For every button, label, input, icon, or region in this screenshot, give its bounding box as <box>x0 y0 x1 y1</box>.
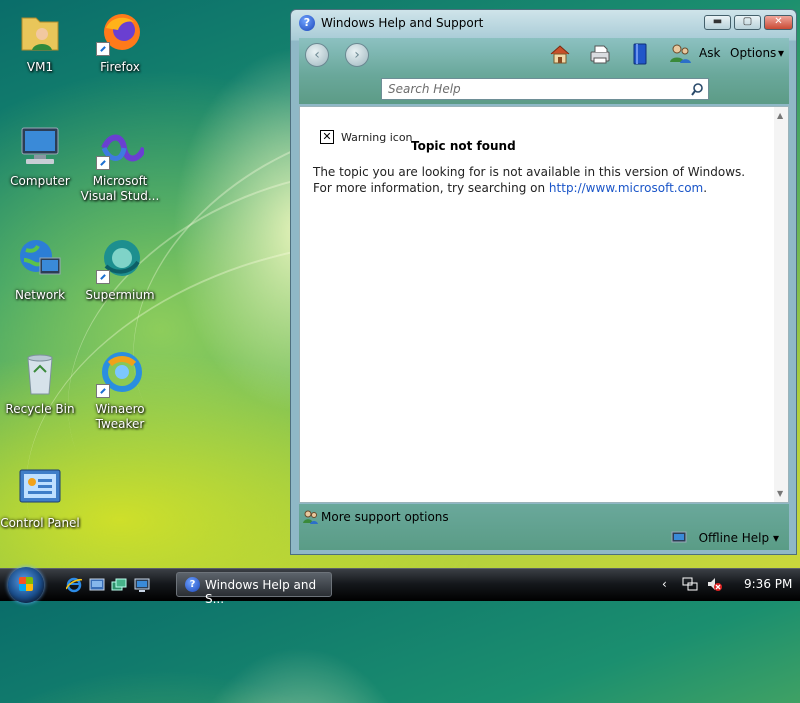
taskbar: ? Windows Help and S... ‹ 9:36 PM <box>0 567 800 606</box>
topic-body-end: . <box>703 181 708 195</box>
volume-muted-icon[interactable] <box>706 576 722 595</box>
desktop-icon-label: Microsoft Visual Stud... <box>80 174 160 203</box>
desktop-icon-label: VM1 <box>26 60 54 74</box>
desktop-icon-recycle-bin[interactable]: Recycle Bin <box>0 350 80 417</box>
user-folder-icon <box>16 8 64 56</box>
home-icon[interactable] <box>548 42 572 66</box>
search-help-field[interactable]: Search Help <box>381 78 709 100</box>
shortcut-arrow-icon <box>96 270 110 284</box>
help-footer: More support options Offline Help ▾ <box>299 504 789 550</box>
options-chevron-down-icon[interactable]: ▾ <box>778 46 784 60</box>
desktop-icon-network[interactable]: Network <box>0 236 80 303</box>
firefox-icon <box>96 8 144 56</box>
shortcut-arrow-icon <box>96 156 110 170</box>
desktop-icon-winaero-tweaker[interactable]: Winaero Tweaker <box>80 350 160 432</box>
tray-expand-chevron-icon[interactable]: ‹ <box>662 577 667 591</box>
desktop-icon-control-panel[interactable]: Control Panel <box>0 464 80 531</box>
window-title: Windows Help and Support <box>321 16 484 30</box>
desktop-icon-visual-studio[interactable]: Microsoft Visual Stud... <box>80 122 160 204</box>
ask-people-icon[interactable] <box>668 42 692 66</box>
desktop-icon-label: Recycle Bin <box>5 402 75 416</box>
help-question-icon: ? <box>299 15 315 31</box>
warning-icon-alt-text: Warning icon <box>341 131 413 144</box>
visual-studio-icon <box>96 122 147 170</box>
desktop-icon-computer[interactable]: Computer <box>0 122 80 189</box>
desktop-icon-label: Computer <box>10 174 70 188</box>
help-window: ? Windows Help and Support ▬ ▢ ✕ ‹ › Ask… <box>290 9 797 555</box>
warning-icon: ✕ <box>320 130 334 144</box>
computer-icon <box>16 122 64 170</box>
desktop-icon-firefox[interactable]: Firefox <box>80 8 160 75</box>
desktop-icon-label: Firefox <box>100 60 140 74</box>
control-panel-icon <box>16 464 64 512</box>
desktop-icon-label: Supermium <box>85 288 155 302</box>
switch-windows-icon[interactable] <box>111 577 127 593</box>
search-icon[interactable] <box>690 82 704 96</box>
options-menu[interactable]: Options <box>730 46 776 60</box>
show-desktop-icon[interactable] <box>89 577 105 593</box>
shortcut-arrow-icon <box>96 42 110 56</box>
recycle-bin-icon <box>16 350 64 398</box>
print-icon[interactable] <box>588 42 612 66</box>
help-question-icon: ? <box>185 577 200 592</box>
taskbar-window-help-and-support[interactable]: ? Windows Help and S... <box>176 572 332 606</box>
supermium-icon <box>96 236 144 284</box>
content-scrollbar[interactable]: ▲ ▼ <box>774 107 788 502</box>
network-tray-icon[interactable] <box>682 576 698 595</box>
window-titlebar[interactable]: ? Windows Help and Support ▬ ▢ ✕ <box>291 10 796 37</box>
start-button[interactable] <box>8 567 44 603</box>
desktop-icon-vm1[interactable]: VM1 <box>0 8 80 75</box>
maximize-button[interactable]: ▢ <box>734 15 761 30</box>
winaero-tweaker-icon <box>96 350 144 398</box>
back-button[interactable]: ‹ <box>305 43 329 67</box>
scroll-up-arrow-icon[interactable]: ▲ <box>777 111 783 120</box>
search-help-placeholder: Search Help <box>388 82 461 96</box>
minimize-button[interactable]: ▬ <box>704 15 731 30</box>
more-support-options-link[interactable]: More support options <box>321 510 449 524</box>
forward-button[interactable]: › <box>345 43 369 67</box>
offline-help-menu[interactable] <box>671 531 687 545</box>
help-content-pane: ✕ Warning icon Topic not found The topic… <box>299 106 789 503</box>
support-people-icon <box>302 509 318 525</box>
clock[interactable]: 9:36 PM <box>744 577 792 591</box>
ask-label[interactable]: Ask <box>699 46 720 60</box>
offline-help-text: Offline Help <box>698 531 770 545</box>
help-toolbar: ‹ › Ask Options ▾ Search Help <box>299 38 789 104</box>
desktop-icon-label: Control Panel <box>0 516 80 530</box>
network-icon <box>16 236 64 284</box>
close-button[interactable]: ✕ <box>764 15 793 30</box>
topic-body: The topic you are looking for is not ava… <box>313 164 763 196</box>
browse-help-book-icon[interactable] <box>628 42 652 66</box>
microsoft-link[interactable]: http://www.microsoft.com <box>549 181 703 195</box>
scroll-down-arrow-icon[interactable]: ▼ <box>777 489 783 498</box>
desktop-icon-supermium[interactable]: Supermium <box>80 236 160 303</box>
taskbar-window-title: Windows Help and S... <box>205 578 317 606</box>
desktop-icon-label: Network <box>14 288 66 302</box>
desktop-icon-label: Winaero Tweaker <box>95 402 145 431</box>
remote-desktop-icon[interactable] <box>134 577 150 593</box>
shortcut-arrow-icon <box>96 384 110 398</box>
offline-chevron-down-icon: ▾ <box>772 531 779 545</box>
offline-help-label[interactable]: Offline Help ▾ <box>699 531 779 545</box>
internet-explorer-icon[interactable] <box>65 577 83 593</box>
topic-title: Topic not found <box>411 139 516 153</box>
